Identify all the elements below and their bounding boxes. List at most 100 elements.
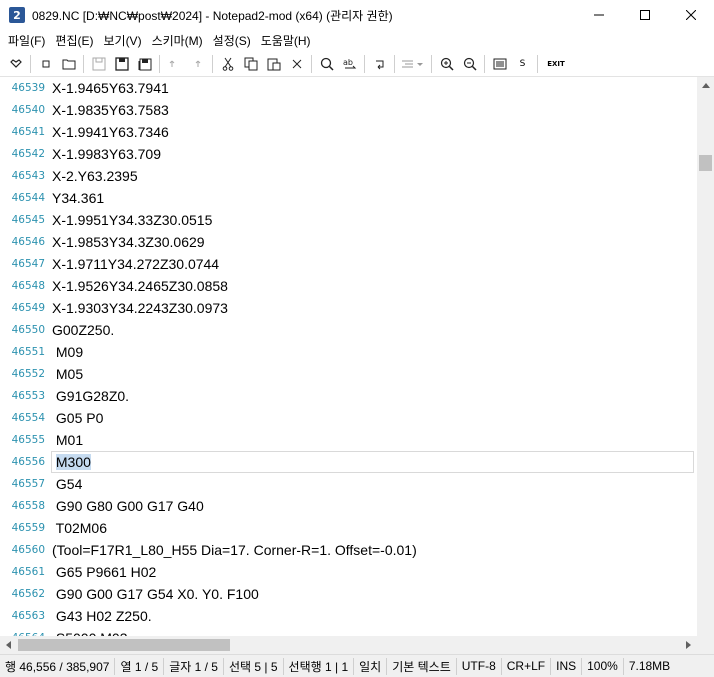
- menu-view[interactable]: 보기(V): [98, 32, 146, 49]
- editor-line[interactable]: 46563 G43 H02 Z250.: [0, 605, 697, 627]
- editor-line[interactable]: 46556 M300: [0, 451, 697, 473]
- editor-line[interactable]: 46564 S5000 M03: [0, 627, 697, 636]
- status-bar: 행 46,556 / 385,907 열 1 / 5 글자 1 / 5 선택 5…: [0, 654, 714, 677]
- line-text: X-1.9951Y34.33Z30.0515: [52, 212, 213, 228]
- editor-line[interactable]: 46557 G54: [0, 473, 697, 495]
- editor-line[interactable]: 46543 X-2.Y63.2395: [0, 165, 697, 187]
- line-text: X-1.9303Y34.2243Z30.0973: [52, 300, 228, 316]
- editor-line[interactable]: 46542 X-1.9983Y63.709: [0, 143, 697, 165]
- editor-line[interactable]: 46554 G05 P0: [0, 407, 697, 429]
- view-button[interactable]: [488, 53, 511, 75]
- menu-scheme[interactable]: 스키마(M): [147, 32, 208, 49]
- status-encoding[interactable]: UTF-8: [457, 657, 502, 675]
- scroll-right-arrow[interactable]: [680, 636, 697, 653]
- editor-line[interactable]: 46544 Y34.361: [0, 187, 697, 209]
- status-match[interactable]: 일치: [354, 657, 388, 675]
- line-text: M05: [52, 366, 84, 382]
- editor-line[interactable]: 46562 G90 G00 G17 G54 X0. Y0. F100: [0, 583, 697, 605]
- editor-line[interactable]: 46552 M05: [0, 363, 697, 385]
- maximize-button[interactable]: [622, 0, 668, 30]
- paste-icon: [267, 58, 280, 70]
- status-selected-lines: 선택행 1 | 1: [284, 657, 355, 675]
- redo-button[interactable]: [186, 53, 209, 75]
- line-number: 46544: [11, 192, 45, 204]
- new-button[interactable]: [34, 53, 57, 75]
- line-text: M09: [52, 344, 84, 360]
- scheme-icon: [402, 60, 423, 67]
- editor-line[interactable]: 46549 X-1.9303Y34.2243Z30.0973: [0, 297, 697, 319]
- editor-line[interactable]: 46561 G65 P9661 H02: [0, 561, 697, 583]
- save-as-button[interactable]: [133, 53, 156, 75]
- status-line-ending[interactable]: CR+LF: [502, 657, 552, 675]
- replace-button[interactable]: ab: [338, 53, 361, 75]
- line-text: G00Z250.: [52, 322, 115, 338]
- scrollbar-corner: [697, 636, 714, 654]
- delete-icon: [292, 59, 301, 68]
- line-number: 46562: [11, 588, 45, 600]
- line-text: M01: [52, 432, 84, 448]
- status-insert-mode[interactable]: INS: [551, 657, 583, 675]
- copy-button[interactable]: [239, 53, 262, 75]
- editor-line[interactable]: 46539 X-1.9465Y63.7941: [0, 77, 697, 99]
- line-number: 46542: [11, 148, 45, 160]
- horizontal-scroll-thumb[interactable]: [18, 639, 230, 651]
- line-text: G90 G80 G00 G17 G40: [52, 498, 204, 514]
- editor-line[interactable]: 46550 G00Z250.: [0, 319, 697, 341]
- menu-settings[interactable]: 설정(S): [208, 32, 256, 49]
- scroll-up-arrow[interactable]: [697, 77, 714, 94]
- copy-icon: [244, 57, 257, 70]
- editor-line[interactable]: 46559 T02M06: [0, 517, 697, 539]
- vertical-scroll-thumb[interactable]: [699, 155, 712, 171]
- line-number: 46553: [11, 390, 45, 402]
- scroll-left-arrow[interactable]: [0, 636, 17, 653]
- zoom-out-button[interactable]: [458, 53, 481, 75]
- status-zoom[interactable]: 100%: [582, 657, 624, 675]
- editor-line[interactable]: 46558 G90 G80 G00 G17 G40: [0, 495, 697, 517]
- editor-line[interactable]: 46560 (Tool=F17R1_L80_H55 Dia=17. Corner-…: [0, 539, 697, 561]
- horizontal-scrollbar[interactable]: [0, 636, 697, 654]
- menu-help[interactable]: 도움말(H): [256, 32, 316, 49]
- cut-icon: [222, 57, 233, 71]
- line-number: 46551: [11, 346, 45, 358]
- find-button[interactable]: [315, 53, 338, 75]
- line-text: G90 G00 G17 G54 X0. Y0. F100: [52, 586, 259, 602]
- editor-line[interactable]: 46548 X-1.9526Y34.2465Z30.0858: [0, 275, 697, 297]
- paste-button[interactable]: [262, 53, 285, 75]
- editor-line[interactable]: 46551 M09: [0, 341, 697, 363]
- editor-line[interactable]: 46555 M01: [0, 429, 697, 451]
- open-button[interactable]: [57, 53, 80, 75]
- cut-button[interactable]: [216, 53, 239, 75]
- vertical-scrollbar[interactable]: [697, 77, 714, 636]
- line-text: G05 P0: [52, 410, 104, 426]
- line-number: 46546: [11, 236, 45, 248]
- editor-line[interactable]: 46540 X-1.9835Y63.7583: [0, 99, 697, 121]
- scheme-button[interactable]: [398, 53, 428, 75]
- editor-area[interactable]: 46539 X-1.9465Y63.7941 46540 X-1.9835Y63.75…: [0, 77, 697, 636]
- delete-button[interactable]: [285, 53, 308, 75]
- menu-bar: 파일(F) 편집(E) 보기(V) 스키마(M) 설정(S) 도움말(H): [0, 30, 714, 51]
- wordwrap-button[interactable]: [368, 53, 391, 75]
- view-icon: [493, 58, 506, 69]
- svg-text:ab: ab: [343, 58, 353, 67]
- undo-button[interactable]: [163, 53, 186, 75]
- chevron-left-icon: [6, 640, 11, 649]
- line-number: 46549: [11, 302, 45, 314]
- editor-line[interactable]: 46553 G91G28Z0.: [0, 385, 697, 407]
- schemes-s-button[interactable]: S: [511, 53, 534, 75]
- menu-file[interactable]: 파일(F): [3, 32, 50, 49]
- close-button[interactable]: [668, 0, 714, 30]
- editor-line[interactable]: 46545 X-1.9951Y34.33Z30.0515: [0, 209, 697, 231]
- save-button[interactable]: [110, 53, 133, 75]
- editor-line[interactable]: 46547 X-1.9711Y34.272Z30.0744: [0, 253, 697, 275]
- menu-edit[interactable]: 편집(E): [50, 32, 98, 49]
- favorites-button[interactable]: [4, 53, 27, 75]
- minimize-button[interactable]: [576, 0, 622, 30]
- editor-line[interactable]: 46546 X-1.9853Y34.3Z30.0629: [0, 231, 697, 253]
- status-scheme[interactable]: 기본 텍스트: [387, 657, 457, 675]
- line-number: 46541: [11, 126, 45, 138]
- line-text: G65 P9661 H02: [52, 564, 157, 580]
- zoom-in-button[interactable]: [435, 53, 458, 75]
- save-disabled-button[interactable]: [87, 53, 110, 75]
- exit-button[interactable]: EXIT: [541, 53, 571, 75]
- editor-line[interactable]: 46541 X-1.9941Y63.7346: [0, 121, 697, 143]
